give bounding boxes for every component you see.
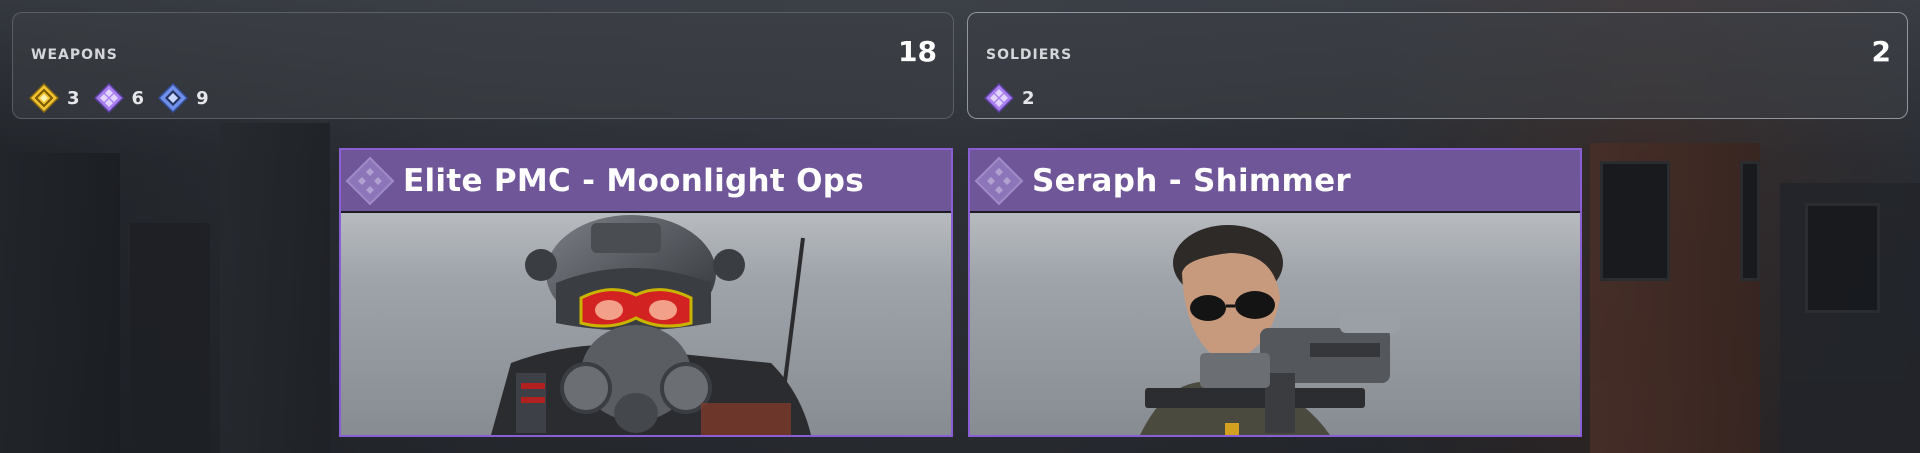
background-building bbox=[1780, 183, 1920, 453]
weapons-summary-panel[interactable]: WEAPONS 18 3 6 9 bbox=[12, 12, 954, 119]
reward-card-elite-pmc[interactable]: Elite PMC - Moonlight Ops bbox=[339, 148, 953, 437]
card-title: Seraph - Shimmer bbox=[1032, 162, 1352, 199]
rarity-epic: 2 bbox=[984, 83, 1035, 113]
card-title: Elite PMC - Moonlight Ops bbox=[403, 162, 864, 199]
rare-gem-icon bbox=[158, 83, 189, 113]
epic-rarity-icon bbox=[345, 156, 395, 205]
card-header: Elite PMC - Moonlight Ops bbox=[341, 150, 951, 213]
building-window bbox=[1805, 203, 1880, 313]
background-building bbox=[1590, 143, 1760, 453]
reward-card-seraph[interactable]: Seraph - Shimmer bbox=[968, 148, 1582, 437]
background-building bbox=[220, 123, 330, 453]
soldiers-label: SOLDIERS bbox=[986, 47, 1073, 63]
rare-count: 9 bbox=[196, 87, 209, 109]
soldiers-summary-panel[interactable]: SOLDIERS 2 2 bbox=[967, 12, 1908, 119]
weapons-total: 18 bbox=[898, 35, 937, 68]
weapons-label: WEAPONS bbox=[31, 47, 118, 63]
soldiers-total: 2 bbox=[1871, 35, 1891, 68]
soldiers-rarity-row: 2 bbox=[984, 83, 1035, 113]
soldier-portrait bbox=[1140, 225, 1400, 435]
rarity-rare: 9 bbox=[158, 83, 209, 113]
background-building bbox=[130, 223, 210, 453]
rarity-epic: 6 bbox=[93, 83, 145, 113]
legendary-gem-icon bbox=[29, 83, 59, 113]
soldier-portrait bbox=[491, 215, 811, 435]
epic-gem-icon bbox=[984, 83, 1014, 113]
soldiers-epic-count: 2 bbox=[1022, 87, 1035, 109]
epic-rarity-icon bbox=[974, 156, 1024, 205]
background-building bbox=[0, 153, 120, 453]
card-header: Seraph - Shimmer bbox=[970, 150, 1580, 213]
building-window bbox=[1740, 161, 1760, 281]
rarity-legendary: 3 bbox=[29, 83, 80, 113]
epic-count: 6 bbox=[131, 87, 145, 109]
weapons-rarity-row: 3 6 9 bbox=[29, 83, 209, 113]
building-window bbox=[1600, 161, 1670, 281]
legendary-count: 3 bbox=[67, 87, 80, 109]
epic-gem-icon bbox=[93, 83, 124, 113]
